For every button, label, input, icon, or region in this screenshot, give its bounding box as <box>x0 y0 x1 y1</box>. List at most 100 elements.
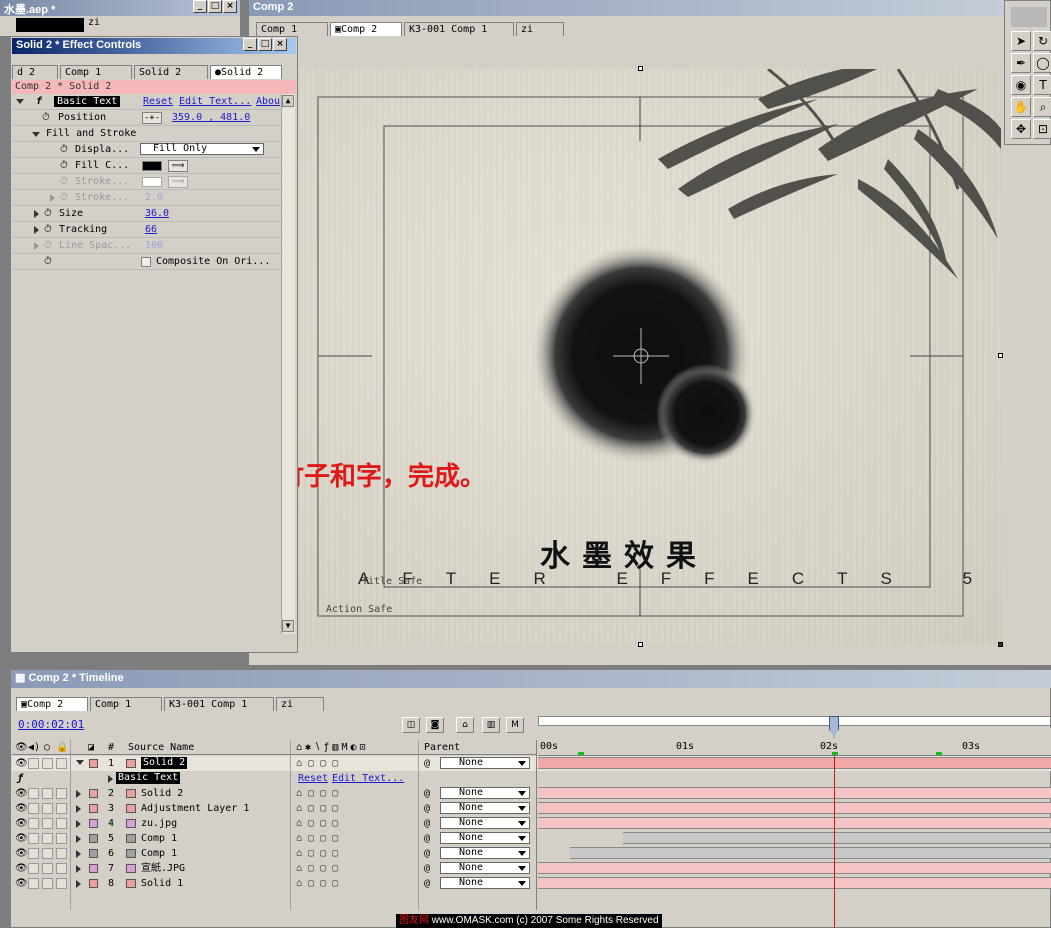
tracking-value[interactable]: 66 <box>145 222 157 238</box>
effect-name[interactable]: Basic Text <box>54 96 121 107</box>
layer-expand-icon[interactable] <box>76 805 81 813</box>
layer-switch-icons[interactable]: ⌂ ▢ ▢ ▢ <box>296 846 338 861</box>
pan-tool-icon[interactable]: ⊡ <box>1033 119 1051 139</box>
audio-toggle[interactable] <box>28 878 39 889</box>
time-navigator[interactable] <box>538 716 1051 726</box>
layer-duration-bar[interactable] <box>538 877 1051 889</box>
eye-icon[interactable]: 👁 <box>15 861 28 876</box>
layer-label-color[interactable] <box>89 789 98 798</box>
layer-duration-bar[interactable] <box>623 832 1051 844</box>
tl-tab-2[interactable]: Comp 1 <box>90 697 162 711</box>
comp-tab-4[interactable]: zi <box>516 22 564 36</box>
time-ruler[interactable]: 00s 01s 02s 03s <box>538 728 1051 756</box>
expand-icon[interactable] <box>108 775 113 783</box>
solo-toggle[interactable] <box>42 848 53 859</box>
layer-expand-icon[interactable] <box>76 760 84 765</box>
layer-label-color[interactable] <box>89 804 98 813</box>
layer-label-color[interactable] <box>89 849 98 858</box>
solo-toggle[interactable] <box>42 833 53 844</box>
layer-duration-bar[interactable] <box>538 817 1051 829</box>
layer-label-color[interactable] <box>89 759 98 768</box>
parent-dropdown[interactable]: None <box>440 817 530 829</box>
motion-blur-icon[interactable]: M <box>506 717 524 733</box>
crosshair-icon[interactable]: -+- <box>142 112 162 124</box>
text-tool-icon[interactable]: T <box>1033 75 1051 95</box>
ec-scrollbar[interactable] <box>281 94 295 634</box>
reset-link[interactable]: Reset <box>143 94 173 110</box>
solo-toggle[interactable] <box>42 788 53 799</box>
sub-edit-text-link[interactable]: Edit Text... <box>332 771 404 786</box>
pen-tool-icon[interactable]: ✒ <box>1011 53 1031 73</box>
audio-toggle[interactable] <box>28 863 39 874</box>
sub-reset-link[interactable]: Reset <box>298 771 328 786</box>
eye-icon[interactable]: 👁 <box>15 846 28 861</box>
expand-icon[interactable] <box>34 242 39 250</box>
lock-toggle[interactable] <box>56 863 67 874</box>
minimize-icon[interactable]: _ <box>243 38 257 51</box>
eyedropper-icon[interactable]: ⟹ <box>168 176 188 188</box>
layer-label-color[interactable] <box>89 834 98 843</box>
timeline-title-bar[interactable]: ▦ Comp 2 * Timeline <box>11 670 1051 688</box>
line-spacing-value[interactable]: 100 <box>145 238 163 254</box>
comp-viewer[interactable]: 水墨效果 AFTER EFFECTS 5.5 Title Safe Action… <box>298 69 1001 645</box>
collapse-icon[interactable] <box>16 98 24 104</box>
layer-source-name[interactable]: zu.jpg <box>141 816 177 831</box>
layer-switch-icons[interactable]: ⌂ ▢ ▢ ▢ <box>296 831 338 846</box>
lock-toggle[interactable] <box>56 803 67 814</box>
stopwatch-icon[interactable]: ⏱ <box>44 222 52 238</box>
close-icon[interactable]: × <box>223 0 237 13</box>
eye-icon[interactable]: 👁 <box>15 876 28 891</box>
stopwatch-icon[interactable]: ⏱ <box>44 206 52 222</box>
fill-color-swatch[interactable] <box>142 161 162 171</box>
parent-dropdown[interactable]: None <box>440 847 530 859</box>
eye-icon[interactable]: 👁 <box>15 831 28 846</box>
display-dropdown[interactable]: Fill Only <box>140 143 264 155</box>
layer-expand-icon[interactable] <box>76 835 81 843</box>
parent-dropdown[interactable]: None <box>440 877 530 889</box>
parent-dropdown[interactable]: None <box>440 787 530 799</box>
ec-tab-3[interactable]: Solid 2 <box>134 65 208 79</box>
layer-switch-icons[interactable]: ⌂ ▢ ▢ ▢ <box>296 816 338 831</box>
layer-handle[interactable] <box>998 642 1003 647</box>
tl-tab-3[interactable]: K3-001 Comp 1 <box>164 697 274 711</box>
lock-toggle[interactable] <box>56 878 67 889</box>
zoom-tool-icon[interactable]: ⌕ <box>1033 97 1051 117</box>
layer-handle[interactable] <box>638 66 643 71</box>
parent-dropdown[interactable]: None <box>440 802 530 814</box>
layer-duration-bar[interactable] <box>570 847 1051 859</box>
stopwatch-icon[interactable]: ⏱ <box>44 238 52 254</box>
parent-dropdown[interactable]: None <box>440 832 530 844</box>
solo-toggle[interactable] <box>42 758 53 769</box>
layer-duration-bar[interactable] <box>538 757 1051 769</box>
ec-tab-1[interactable]: d 2 <box>12 65 58 79</box>
layer-label-color[interactable] <box>89 879 98 888</box>
rotate-tool-icon[interactable]: ↻ <box>1033 31 1051 51</box>
ec-tab-2[interactable]: Comp 1 <box>60 65 132 79</box>
lock-toggle[interactable] <box>56 848 67 859</box>
layer-duration-bar[interactable] <box>538 802 1051 814</box>
pickwhip-icon[interactable]: @ <box>424 816 430 831</box>
comp-tab-1[interactable]: Comp 1 <box>256 22 328 36</box>
eye-icon[interactable]: 👁 <box>15 786 28 801</box>
audio-toggle[interactable] <box>28 803 39 814</box>
layer-handle[interactable] <box>998 353 1003 358</box>
layer-source-name[interactable]: Adjustment Layer 1 <box>141 801 249 816</box>
eye-icon[interactable]: 👁 <box>15 801 28 816</box>
layer-label-color[interactable] <box>89 819 98 828</box>
hand-tool-icon[interactable]: ✋ <box>1011 97 1031 117</box>
layer-source-name[interactable]: Comp 1 <box>141 846 177 861</box>
fx-icon[interactable]: f <box>36 96 42 107</box>
lock-toggle[interactable] <box>56 788 67 799</box>
maximize-icon[interactable]: □ <box>258 38 272 51</box>
selection-tool-icon[interactable]: ➤ <box>1011 31 1031 51</box>
stopwatch-icon[interactable]: ⏱ <box>60 190 68 206</box>
minimize-icon[interactable]: _ <box>193 0 207 13</box>
layer-expand-icon[interactable] <box>76 850 81 858</box>
solo-toggle[interactable] <box>42 878 53 889</box>
layer-expand-icon[interactable] <box>76 790 81 798</box>
audio-toggle[interactable] <box>28 758 39 769</box>
comp-title-bar[interactable]: Comp 2 <box>249 0 1004 16</box>
fill-stroke-row[interactable]: Fill and Stroke <box>12 126 282 142</box>
audio-toggle[interactable] <box>28 818 39 829</box>
source-name-column[interactable]: Source Name <box>128 740 194 755</box>
